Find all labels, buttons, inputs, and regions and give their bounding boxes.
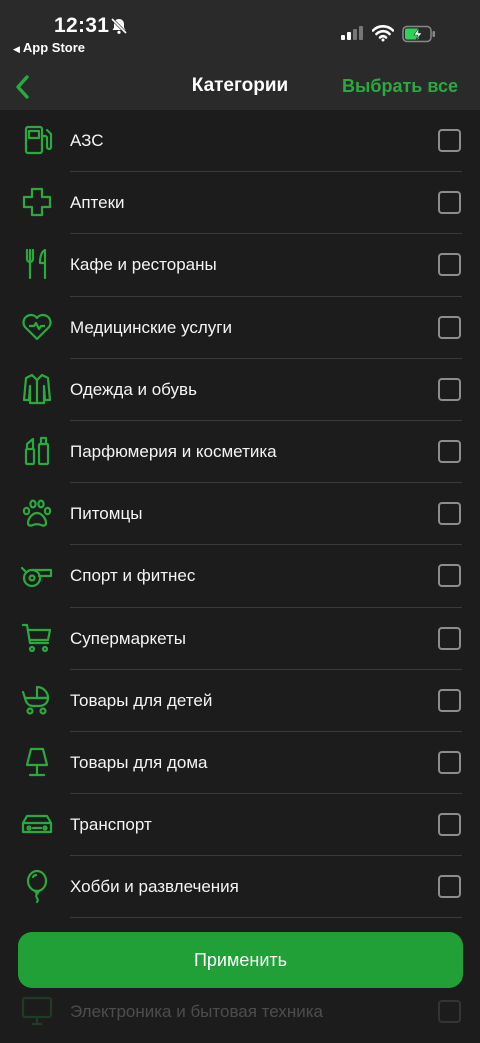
paw-icon bbox=[22, 499, 52, 527]
select-all-button[interactable]: Выбрать все bbox=[342, 76, 458, 97]
monitor-icon bbox=[21, 996, 53, 1025]
category-label: Аптеки bbox=[70, 193, 125, 213]
category-row-electronics[interactable]: Электроника и бытовая техника bbox=[0, 981, 480, 1043]
category-row-hobby[interactable]: Хобби и развлечения bbox=[0, 856, 480, 919]
back-to-app-store[interactable]: ◀ App Store bbox=[13, 40, 85, 55]
category-row-clothes[interactable]: Одежда и обувь bbox=[0, 359, 480, 421]
status-bar: 12:31 ◀ App Store bbox=[0, 0, 480, 64]
category-label: Спорт и фитнес bbox=[70, 566, 196, 586]
category-row-sport[interactable]: Спорт и фитнес bbox=[0, 545, 480, 608]
category-label: Супермаркеты bbox=[70, 628, 187, 648]
category-checkbox[interactable] bbox=[438, 626, 461, 650]
category-row-supermarkets[interactable]: Супермаркеты bbox=[0, 608, 480, 670]
lamp-icon bbox=[25, 747, 49, 776]
category-checkbox[interactable] bbox=[438, 813, 461, 837]
back-chevron-icon[interactable] bbox=[14, 74, 30, 100]
pharmacy-cross-icon bbox=[22, 188, 52, 217]
whistle-icon bbox=[20, 567, 53, 588]
category-row-cafe[interactable]: Кафе и рестораны bbox=[0, 234, 480, 297]
category-list: АЗС Аптеки Кафе и рестораны Медицинские … bbox=[0, 110, 480, 1043]
category-label: Электроника и бытовая техника bbox=[70, 1001, 323, 1021]
category-checkbox[interactable] bbox=[438, 564, 461, 588]
bell-off-icon bbox=[110, 17, 128, 35]
navigation-bar: Категории Выбрать все bbox=[0, 64, 480, 110]
category-checkbox[interactable] bbox=[438, 502, 461, 526]
cosmetics-icon bbox=[24, 436, 50, 466]
cellular-signal-icon bbox=[341, 26, 363, 40]
fork-knife-icon bbox=[25, 249, 47, 280]
back-triangle-icon: ◀ bbox=[13, 44, 20, 54]
category-label: Хобби и развлечения bbox=[70, 877, 239, 897]
wifi-icon bbox=[372, 25, 394, 42]
category-label: АЗС bbox=[70, 131, 104, 150]
category-row-medical[interactable]: Медицинские услуги bbox=[0, 297, 480, 359]
category-label: Товары для детей bbox=[70, 690, 213, 710]
category-row-pharmacy[interactable]: Аптеки bbox=[0, 172, 480, 235]
category-label: Питомцы bbox=[70, 504, 143, 524]
category-label: Одежда и обувь bbox=[70, 379, 197, 399]
category-checkbox[interactable] bbox=[438, 129, 461, 152]
category-row-home[interactable]: Товары для дома bbox=[0, 732, 480, 795]
category-row-kids[interactable]: Товары для детей bbox=[0, 670, 480, 732]
balloon-icon bbox=[26, 870, 48, 904]
category-checkbox[interactable] bbox=[438, 191, 461, 215]
heart-icon bbox=[22, 313, 52, 340]
category-row-azs[interactable]: АЗС bbox=[0, 110, 480, 173]
shopping-cart-icon bbox=[21, 623, 52, 652]
category-label: Товары для дома bbox=[70, 752, 208, 772]
category-label: Парфюмерия и косметика bbox=[70, 441, 277, 461]
category-checkbox[interactable] bbox=[438, 688, 461, 712]
coat-icon bbox=[22, 373, 52, 404]
car-icon bbox=[21, 814, 53, 834]
category-checkbox[interactable] bbox=[438, 377, 461, 401]
category-label: Кафе и рестораны bbox=[70, 255, 217, 275]
fuel-pump-icon bbox=[24, 125, 53, 155]
category-label: Транспорт bbox=[70, 815, 152, 835]
status-time: 12:31 bbox=[54, 14, 110, 37]
back-app-label: App Store bbox=[22, 40, 86, 55]
category-checkbox[interactable] bbox=[438, 439, 461, 463]
category-label: Медицинские услуги bbox=[70, 317, 233, 337]
category-row-pets[interactable]: Питомцы bbox=[0, 483, 480, 546]
category-row-transport[interactable]: Транспорт bbox=[0, 794, 480, 857]
apply-button[interactable]: Применить bbox=[18, 932, 463, 988]
stroller-icon bbox=[21, 685, 50, 715]
category-checkbox[interactable] bbox=[438, 999, 461, 1023]
battery-charging-icon bbox=[402, 25, 435, 43]
category-checkbox[interactable] bbox=[438, 750, 461, 774]
category-checkbox[interactable] bbox=[438, 315, 461, 339]
category-row-cosmetics[interactable]: Парфюмерия и косметика bbox=[0, 421, 480, 484]
category-checkbox[interactable] bbox=[438, 253, 461, 277]
category-checkbox[interactable] bbox=[438, 875, 461, 899]
